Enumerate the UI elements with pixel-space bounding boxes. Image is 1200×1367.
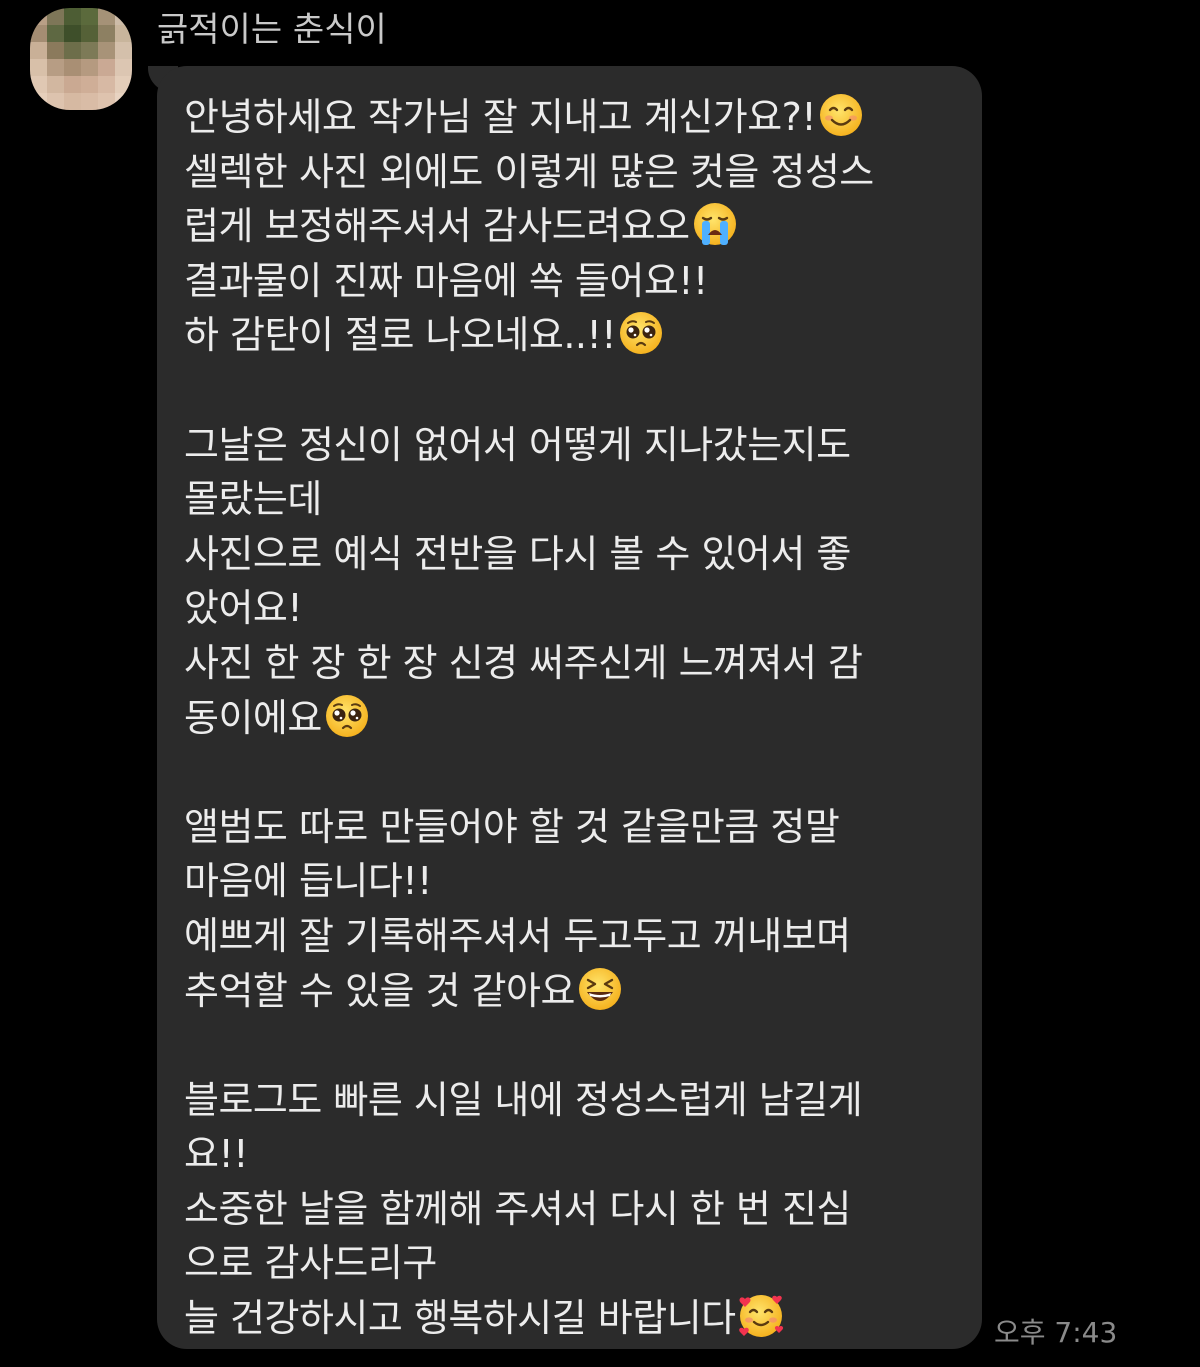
avatar-pixel: [81, 76, 98, 93]
message-line: 추억할 수 있을 것 같아요: [184, 964, 962, 1019]
avatar-pixel: [64, 93, 81, 110]
avatar-pixel: [81, 42, 98, 59]
avatar-pixel: [64, 42, 81, 59]
avatar-pixel: [81, 25, 98, 42]
avatar-pixel: [98, 8, 115, 25]
pleading-face-emoji-icon: [324, 693, 370, 739]
avatar-pixel: [64, 8, 81, 25]
message-line-text: 늘 건강하시고 행복하시길 바랍니다: [184, 1296, 736, 1341]
message-line: 앨범도 따로 만들어야 할 것 같을만큼 정말: [184, 800, 962, 855]
message-line-text: 았어요!: [184, 586, 303, 631]
message-line-text: 소중한 날을 함께해 주셔서 다시 한 번 진심: [184, 1186, 851, 1231]
message-line: 늘 건강하시고 행복하시길 바랍니다: [184, 1291, 962, 1346]
avatar-pixel: [115, 8, 132, 25]
message-line-text: 그날은 정신이 없어서 어떻게 지나갔는지도: [184, 422, 851, 467]
message-line-text: 동이에요: [184, 695, 322, 740]
avatar-pixel: [30, 42, 47, 59]
avatar-pixel: [30, 25, 47, 42]
message-line: 았어요!: [184, 581, 962, 636]
message-line: 몰랐는데: [184, 472, 962, 527]
avatar-pixel: [98, 93, 115, 110]
message-line-text: 안녕하세요 작가님 잘 지내고 계신가요?!: [184, 95, 817, 139]
avatar-pixel: [115, 76, 132, 93]
message-line: 으로 감사드리구: [184, 1236, 962, 1291]
message-line: 사진 한 장 한 장 신경 써주신게 느껴져서 감: [184, 636, 962, 691]
avatar-pixel: [64, 76, 81, 93]
message-line: 블로그도 빠른 시일 내에 정성스럽게 남길게: [184, 1073, 962, 1128]
avatar-pixel: [64, 25, 81, 42]
message-line: 사진으로 예식 전반을 다시 볼 수 있어서 좋: [184, 527, 962, 582]
message-timestamp: 오후 7:43: [994, 1316, 1118, 1349]
avatar-pixel: [47, 8, 64, 25]
message-line-text: 사진 한 장 한 장 신경 써주신게 느껴져서 감: [184, 640, 863, 685]
avatar-pixel: [81, 59, 98, 76]
avatar-pixel: [47, 25, 64, 42]
message-line-text: 앨범도 따로 만들어야 할 것 같을만큼 정말: [184, 804, 840, 849]
message-line: 그날은 정신이 없어서 어떻게 지나갔는지도: [184, 418, 962, 473]
message-line-text: 몰랐는데: [184, 477, 322, 522]
avatar-pixel: [98, 59, 115, 76]
message-line: 동이에요: [184, 691, 962, 746]
avatar-pixel: [115, 93, 132, 110]
avatar-pixel: [47, 42, 64, 59]
message-line: 예쁘게 잘 기록해주셔서 두고두고 꺼내보며: [184, 909, 962, 964]
message-line-text: 블로그도 빠른 시일 내에 정성스럽게 남길게: [184, 1077, 863, 1122]
message-line: 소중한 날을 함께해 주셔서 다시 한 번 진심: [184, 1182, 962, 1237]
avatar-pixel: [64, 59, 81, 76]
sender-name: 긁적이는 춘식이: [157, 10, 387, 50]
avatar-pixel: [30, 59, 47, 76]
message-line-text: 예쁘게 잘 기록해주셔서 두고두고 꺼내보며: [184, 913, 851, 958]
message-line-text: 으로 감사드리구: [184, 1241, 437, 1286]
message-line: 하 감탄이 절로 나오네요..!!: [184, 308, 962, 363]
message-line-text: 사진으로 예식 전반을 다시 볼 수 있어서 좋: [184, 531, 851, 576]
avatar-pixel: [98, 76, 115, 93]
message-line-text: 추억할 수 있을 것 같아요: [184, 968, 575, 1013]
message-bubble[interactable]: 안녕하세요 작가님 잘 지내고 계신가요?! 셀렉한 사진 외에도 이렇게 많은 …: [157, 66, 982, 1349]
message-line: 럽게 보정해주셔서 감사드려요오: [184, 199, 962, 254]
smiling-face-with-hearts-emoji-icon: [738, 1293, 784, 1339]
message-line-text: 요!!: [184, 1132, 248, 1177]
avatar-pixel: [47, 93, 64, 110]
pleading-face-emoji-icon: [618, 310, 664, 356]
avatar-pixel: [115, 59, 132, 76]
sender-avatar[interactable]: [30, 8, 132, 110]
avatar-pixel: [47, 59, 64, 76]
message-line-text: 셀렉한 사진 외에도 이렇게 많은 컷을 정성스: [184, 149, 874, 194]
avatar-pixel: [115, 42, 132, 59]
message-line-text: 결과물이 진짜 마음에 쏙 들어요!!: [184, 258, 708, 303]
avatar-pixel: [98, 42, 115, 59]
avatar-pixel: [98, 25, 115, 42]
avatar-pixel: [81, 93, 98, 110]
message-line: 마음에 듭니다!!: [184, 854, 962, 909]
grinning-squinting-face-emoji-icon: [577, 966, 623, 1012]
message-line-text: 마음에 듭니다!!: [184, 859, 432, 904]
avatar-pixel: [115, 25, 132, 42]
message-line: 셀렉한 사진 외에도 이렇게 많은 컷을 정성스: [184, 145, 962, 200]
message-line: 안녕하세요 작가님 잘 지내고 계신가요?!: [184, 90, 962, 145]
avatar-pixel: [81, 8, 98, 25]
avatar-pixel: [30, 76, 47, 93]
loudly-crying-face-emoji-icon: [692, 201, 738, 247]
message-line-text: 하 감탄이 절로 나오네요..!!: [184, 313, 616, 358]
avatar-pixel: [30, 8, 47, 25]
message-line: 결과물이 진짜 마음에 쏙 들어요!!: [184, 254, 962, 309]
message-line-text: 럽게 보정해주셔서 감사드려요오: [184, 204, 690, 249]
avatar-pixel: [47, 76, 64, 93]
message-line: 요!!: [184, 1127, 962, 1182]
smiling-face-emoji-icon: [818, 92, 864, 138]
avatar-pixel: [30, 93, 47, 110]
